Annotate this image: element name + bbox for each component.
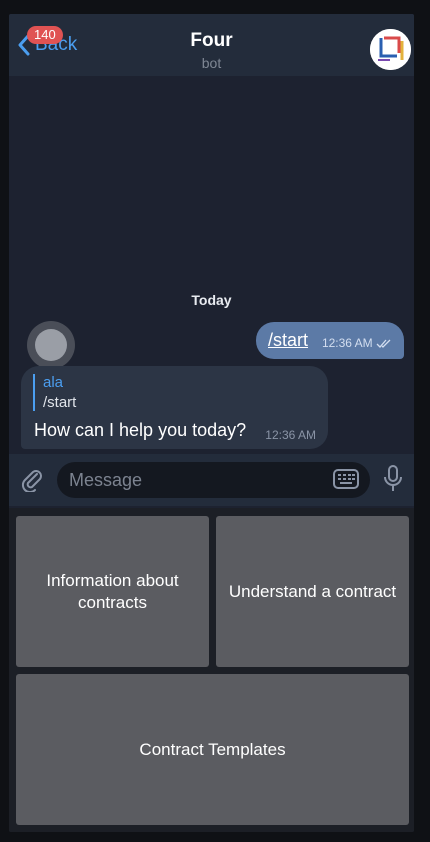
reply-text: /start bbox=[43, 394, 77, 411]
chat-subtitle: bot bbox=[201, 55, 222, 71]
message-composer bbox=[9, 454, 414, 506]
chat-header: Back 140 Four bot bbox=[9, 14, 414, 76]
chat-title: Four bbox=[190, 30, 233, 51]
incoming-message-time: 12:36 AM bbox=[265, 428, 316, 442]
outgoing-message-time: 12:36 AM bbox=[322, 336, 392, 350]
incoming-message-text: How can I help you today? bbox=[34, 420, 247, 440]
date-separator: Today bbox=[191, 292, 232, 308]
double-check-icon bbox=[376, 339, 391, 349]
microphone-icon[interactable] bbox=[382, 464, 404, 494]
four-logo-icon bbox=[370, 29, 411, 70]
reply-quote[interactable]: ala /start bbox=[33, 374, 76, 411]
bot-keyboard: Information about contracts Understand a… bbox=[9, 508, 414, 832]
keyboard-icon[interactable] bbox=[333, 468, 359, 490]
keyboard-button-understand[interactable]: Understand a contract bbox=[216, 516, 409, 667]
keyboard-button-templates[interactable]: Contract Templates bbox=[16, 674, 409, 825]
incoming-message[interactable]: ala /start How can I help you today? 12:… bbox=[21, 366, 328, 449]
keyboard-button-information[interactable]: Information about contracts bbox=[16, 516, 209, 667]
touch-indicator-dot bbox=[35, 329, 67, 361]
message-input[interactable] bbox=[57, 462, 370, 498]
bot-avatar[interactable] bbox=[370, 29, 411, 70]
chat-window: Back 140 Four bot Today /start 12:36 AM bbox=[9, 14, 414, 832]
outgoing-message[interactable]: /start 12:36 AM bbox=[256, 322, 404, 359]
outgoing-time-label: 12:36 AM bbox=[321, 336, 373, 350]
paperclip-icon[interactable] bbox=[19, 466, 45, 492]
touch-indicator bbox=[27, 321, 75, 369]
outgoing-message-text[interactable]: /start bbox=[268, 330, 308, 351]
chat-title-block[interactable]: Four bot bbox=[9, 30, 414, 71]
reply-author: ala bbox=[43, 374, 64, 391]
